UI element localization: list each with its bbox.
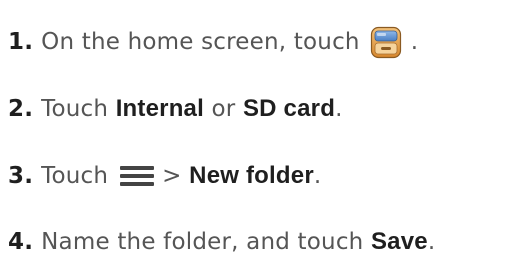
step-number: 2. — [8, 96, 34, 122]
step-text: On the home screen, touch — [41, 29, 360, 55]
internal-label: Internal — [115, 95, 204, 122]
step-number: 3. — [8, 163, 34, 189]
step-punctuation: . — [313, 163, 322, 189]
step-separator: > — [162, 163, 182, 189]
step-text: Touch — [41, 96, 109, 122]
step-4: 4. Name the folder, and touch Save . — [8, 222, 435, 262]
file-manager-icon — [370, 26, 402, 59]
step-text: Touch — [41, 163, 109, 189]
step-number: 1. — [8, 29, 34, 55]
step-text: Name the folder, and touch — [41, 229, 364, 255]
menu-icon — [120, 165, 155, 187]
step-punctuation: . — [427, 229, 436, 255]
step-connector: or — [211, 96, 236, 122]
step-punctuation: . — [335, 96, 343, 122]
step-number: 4. — [8, 229, 34, 255]
step-punctuation: . — [410, 29, 419, 55]
sd-card-label: SD card — [242, 95, 336, 122]
new-folder-label: New folder — [189, 162, 314, 189]
step-3: 3. Touch > New folder . — [8, 156, 321, 196]
step-1: 1. On the home screen, touch . — [8, 22, 418, 62]
save-label: Save — [370, 228, 428, 255]
step-2: 2. Touch Internal or SD card . — [8, 89, 343, 129]
instruction-steps: 1. On the home screen, touch . 2. Touch … — [8, 0, 513, 277]
